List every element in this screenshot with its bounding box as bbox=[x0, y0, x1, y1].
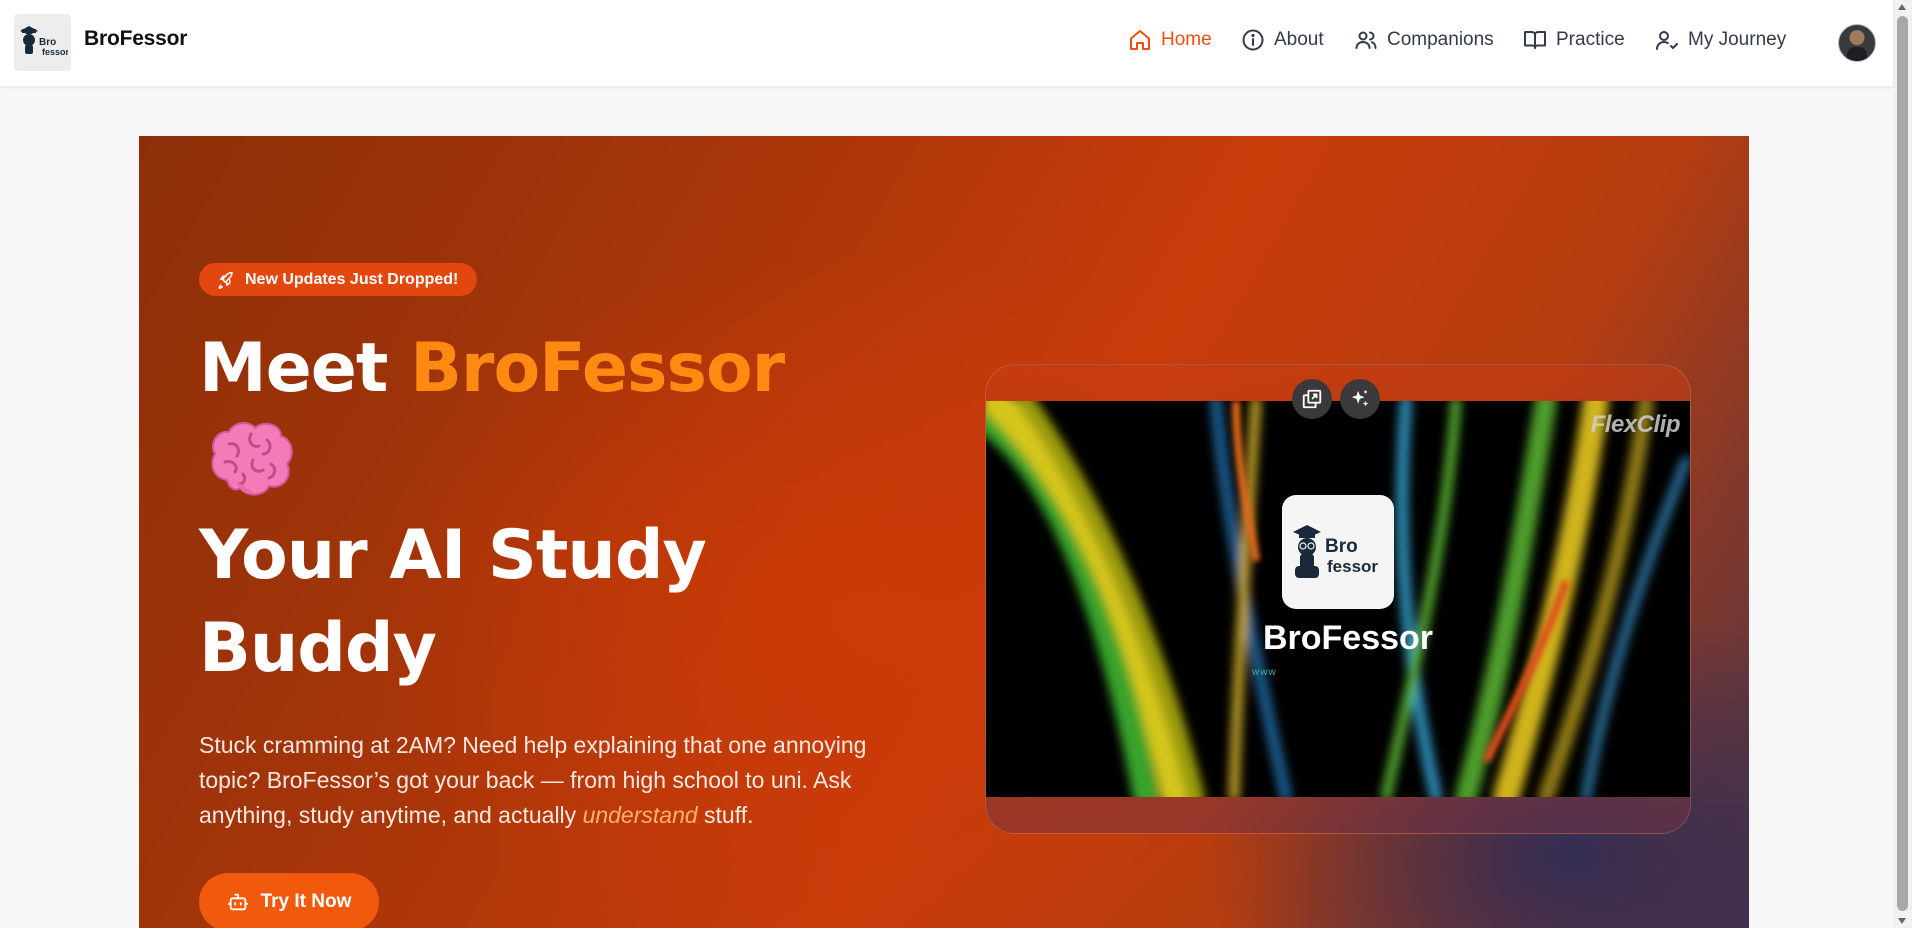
nav-companions[interactable]: Companions bbox=[1354, 28, 1494, 52]
hero-headline-line3: Buddy bbox=[199, 609, 437, 688]
nav-about-label: About bbox=[1274, 29, 1324, 50]
hero-description-emphasis: understand bbox=[582, 802, 698, 828]
rocket-icon bbox=[218, 271, 233, 289]
headline-meet: Meet bbox=[199, 329, 411, 408]
brand-logo[interactable]: Bro fessor bbox=[14, 14, 71, 71]
nav-home[interactable]: Home bbox=[1128, 28, 1212, 52]
book-open-icon bbox=[1524, 31, 1546, 49]
picture-in-picture-button[interactable] bbox=[1292, 379, 1332, 419]
brain-emoji-icon bbox=[211, 422, 293, 496]
hero-section: New Updates Just Dropped! Meet BroFessor… bbox=[139, 136, 1749, 928]
try-it-now-label: Try It Now bbox=[260, 891, 352, 912]
scroll-up-arrow-icon[interactable] bbox=[1898, 4, 1906, 10]
nav-practice-label: Practice bbox=[1556, 29, 1625, 50]
top-nav-bar: Bro fessor BroFessor Home About Companio… bbox=[0, 0, 1893, 87]
scroll-down-arrow-icon[interactable] bbox=[1898, 918, 1906, 924]
professor-logo-icon: Bro fessor bbox=[1293, 525, 1378, 578]
home-icon bbox=[1130, 30, 1150, 50]
page-scrollbar[interactable] bbox=[1893, 0, 1912, 928]
ai-sparkle-button[interactable] bbox=[1340, 379, 1380, 419]
nav-my-journey[interactable]: My Journey bbox=[1655, 28, 1786, 52]
copy-window-icon bbox=[1302, 389, 1322, 409]
updates-badge-label: New Updates Just Dropped! bbox=[245, 270, 459, 288]
svg-text:fessor: fessor bbox=[1327, 557, 1378, 576]
nav-about[interactable]: About bbox=[1241, 28, 1324, 52]
svg-text:fessor: fessor bbox=[42, 47, 68, 57]
scroll-thumb[interactable] bbox=[1897, 16, 1908, 911]
users-icon bbox=[1355, 31, 1377, 49]
nav-home-label: Home bbox=[1161, 29, 1212, 50]
professor-logo-icon: Bro fessor bbox=[19, 25, 68, 57]
headline-brand-accent: BroFessor bbox=[410, 329, 785, 408]
video-url-text: www bbox=[1252, 667, 1277, 678]
brand-name[interactable]: BroFessor bbox=[84, 27, 187, 51]
user-avatar[interactable] bbox=[1838, 24, 1876, 62]
hero-description: Stuck cramming at 2AM? Need help explain… bbox=[199, 728, 919, 833]
video-player[interactable]: FlexClip Bro fessor BroFessor www bbox=[986, 401, 1690, 797]
try-it-now-button[interactable]: Try It Now bbox=[199, 873, 379, 928]
sparkles-icon bbox=[1351, 389, 1369, 407]
nav-companions-label: Companions bbox=[1387, 29, 1494, 50]
hero-description-end: stuff. bbox=[697, 802, 754, 828]
hero-description-main: Stuck cramming at 2AM? Need help explain… bbox=[199, 732, 867, 828]
info-icon bbox=[1242, 29, 1264, 51]
hero-headline-line2: Your AI Study bbox=[199, 516, 707, 595]
nav-my-journey-label: My Journey bbox=[1688, 29, 1787, 50]
video-brand-logo: Bro fessor bbox=[1282, 495, 1394, 609]
nav-practice[interactable]: Practice bbox=[1523, 28, 1625, 52]
video-preview-card: FlexClip Bro fessor BroFessor www bbox=[985, 364, 1691, 834]
hero-headline-line1: Meet BroFessor bbox=[199, 335, 785, 403]
updates-badge[interactable]: New Updates Just Dropped! bbox=[199, 263, 478, 296]
bot-icon bbox=[227, 893, 248, 911]
flexclip-watermark: FlexClip bbox=[1590, 411, 1681, 438]
user-check-icon bbox=[1656, 31, 1678, 50]
svg-text:Bro: Bro bbox=[1325, 536, 1358, 557]
video-title: BroFessor bbox=[1262, 619, 1434, 657]
